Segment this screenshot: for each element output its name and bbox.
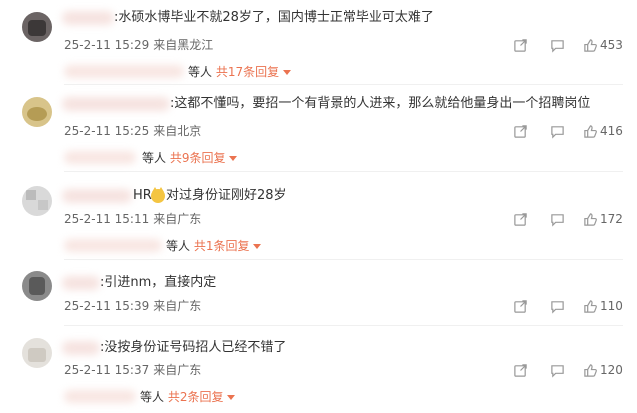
comment-location: 来自广东 xyxy=(153,212,202,226)
reply-user-redacted xyxy=(64,390,136,403)
reply-bar: 等人 共17条回复 xyxy=(188,64,292,80)
like-icon[interactable] xyxy=(583,297,598,315)
like-icon[interactable] xyxy=(583,36,598,54)
reply-more-link[interactable]: 共9条回复 xyxy=(170,151,226,165)
chevron-down-icon[interactable] xyxy=(253,244,262,249)
username-redacted[interactable] xyxy=(62,276,100,290)
reply-bar: 等人 共1条回复 xyxy=(166,238,262,254)
reply-more-link[interactable]: 共2条回复 xyxy=(168,390,224,404)
avatar[interactable] xyxy=(22,97,52,127)
reply-who: 等人 xyxy=(142,151,167,165)
comment-location: 来自广东 xyxy=(153,299,202,313)
chevron-down-icon[interactable] xyxy=(229,156,238,161)
divider xyxy=(64,325,623,326)
comment-icon[interactable] xyxy=(550,210,565,228)
comment-meta: 25-2-11 15:25 来自北京 xyxy=(64,123,205,139)
comment-text: :水硕水博毕业不就28岁了，国内博士正常毕业可太难了 xyxy=(114,10,434,25)
avatar[interactable] xyxy=(22,271,52,301)
comment-icon[interactable] xyxy=(550,36,565,54)
comment-date: 25-2-11 15:39 xyxy=(64,299,150,313)
share-icon[interactable] xyxy=(513,210,528,228)
like-icon[interactable] xyxy=(583,210,598,228)
reply-bar: 等人 共2条回复 xyxy=(140,389,236,405)
reply-more-link[interactable]: 共17条回复 xyxy=(216,65,279,79)
like-count: 453 xyxy=(600,38,623,52)
comment-item: :水硕水博毕业不就28岁了，国内博士正常毕业可太难了 25-2-11 15:29… xyxy=(0,0,637,85)
avatar[interactable] xyxy=(22,12,52,42)
username-redacted[interactable] xyxy=(62,189,132,203)
reply-who: 等人 xyxy=(166,239,191,253)
comment-text-prefix: HR xyxy=(133,188,152,203)
comment-icon[interactable] xyxy=(550,297,565,315)
share-icon[interactable] xyxy=(513,297,528,315)
comment-meta: 25-2-11 15:29 来自黑龙江 xyxy=(64,37,217,53)
comment-location: 来自广东 xyxy=(153,363,202,377)
like-icon[interactable] xyxy=(583,361,598,379)
comment-date: 25-2-11 15:11 xyxy=(64,212,150,226)
comment-date: 25-2-11 15:25 xyxy=(64,124,150,138)
reply-bar: 等人 共9条回复 xyxy=(142,150,238,166)
share-icon[interactable] xyxy=(513,122,528,140)
share-icon[interactable] xyxy=(513,36,528,54)
divider xyxy=(64,84,623,85)
avatar[interactable] xyxy=(22,186,52,216)
comment-location: 来自黑龙江 xyxy=(153,38,214,52)
reply-who: 等人 xyxy=(188,65,213,79)
like-count: 416 xyxy=(600,124,623,138)
reply-user-redacted xyxy=(64,65,184,78)
username-redacted[interactable] xyxy=(62,11,114,25)
comment-location: 来自北京 xyxy=(153,124,202,138)
like-count: 110 xyxy=(600,299,623,313)
comment-text: :这都不懂吗，要招一个有背景的人进来，那么就给他量身出一个招聘岗位 xyxy=(170,96,591,111)
reply-who: 等人 xyxy=(140,390,165,404)
comment-text: 对过身份证刚好28岁 xyxy=(166,188,287,203)
comment-text: :引进nm，直接内定 xyxy=(100,275,217,290)
comment-icon[interactable] xyxy=(550,122,565,140)
comment-meta: 25-2-11 15:11 来自广东 xyxy=(64,211,205,227)
reply-user-redacted xyxy=(64,239,162,252)
divider xyxy=(64,259,623,260)
comment-icon[interactable] xyxy=(550,361,565,379)
chevron-down-icon[interactable] xyxy=(283,70,292,75)
username-redacted[interactable] xyxy=(62,341,100,355)
like-count: 172 xyxy=(600,212,623,226)
cat-face-emoji-icon xyxy=(151,187,165,203)
like-count: 120 xyxy=(600,363,623,377)
username-redacted[interactable] xyxy=(62,97,170,111)
comment-meta: 25-2-11 15:39 来自广东 xyxy=(64,298,205,314)
comment-date: 25-2-11 15:37 xyxy=(64,363,150,377)
comment-meta: 25-2-11 15:37 来自广东 xyxy=(64,362,205,378)
share-icon[interactable] xyxy=(513,361,528,379)
reply-user-redacted xyxy=(64,151,136,164)
comment-text: :没按身份证号码招人已经不错了 xyxy=(100,340,287,355)
like-icon[interactable] xyxy=(583,122,598,140)
divider xyxy=(64,171,623,172)
reply-more-link[interactable]: 共1条回复 xyxy=(194,239,250,253)
comment-date: 25-2-11 15:29 xyxy=(64,38,150,52)
avatar[interactable] xyxy=(22,338,52,368)
chevron-down-icon[interactable] xyxy=(227,395,236,400)
